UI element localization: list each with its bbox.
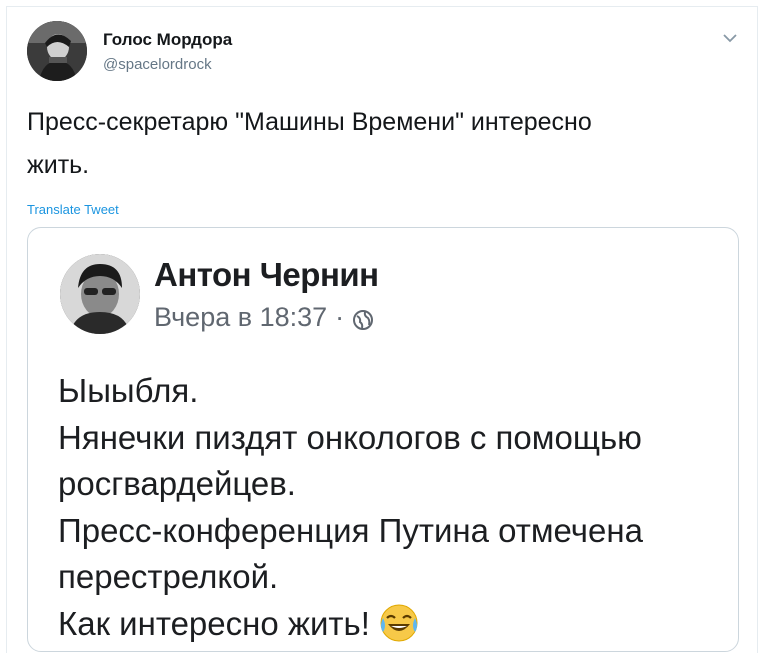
fb-meta-separator: · [335, 302, 345, 332]
tweet-text-line: Пресс-секретарю "Машины Времени" интерес… [27, 108, 592, 136]
tweet-text: Пресс-секретарю "Машины Времени" интерес… [27, 101, 727, 187]
fb-text-line-last: Как интересно жить! [58, 601, 738, 648]
fb-author-name: Антон Чернин [154, 256, 379, 293]
fb-text-line: Как интересно жить! [58, 604, 370, 642]
translate-tweet-link[interactable]: Translate Tweet [27, 202, 119, 217]
fb-text-line: росгвардейцев. [58, 465, 296, 502]
author-handle[interactable]: @spacelordrock [103, 56, 212, 73]
fb-post-meta: Вчера в 18:37 · [154, 302, 374, 333]
fb-text-line: перестрелкой. [58, 558, 279, 595]
tweet-text-line: жить. [27, 151, 90, 179]
tweet: Голос Мордора @spacelordrock Пресс-секре… [6, 6, 758, 653]
author-name[interactable]: Голос Мордора [103, 30, 232, 50]
fb-timestamp: Вчера в 18:37 [154, 302, 328, 332]
fb-post-text: Ыыыбля. Нянечки пиздят онкологов с помощ… [58, 368, 738, 647]
chevron-down-icon[interactable] [722, 31, 738, 43]
fb-text-line: Нянечки пиздят онкологов с помощью [58, 418, 642, 456]
author-avatar[interactable] [27, 21, 87, 81]
tears-of-joy-emoji-icon [378, 602, 420, 644]
fb-text-line: Пресс-конференция Путина отмечена [58, 511, 643, 549]
fb-author-avatar [60, 254, 140, 334]
embedded-image-card[interactable]: Антон Чернин Вчера в 18:37 · Ыыыбля. Нян… [27, 227, 739, 652]
fb-text-line: Ыыыбля. [58, 372, 199, 409]
globe-icon [352, 307, 374, 330]
